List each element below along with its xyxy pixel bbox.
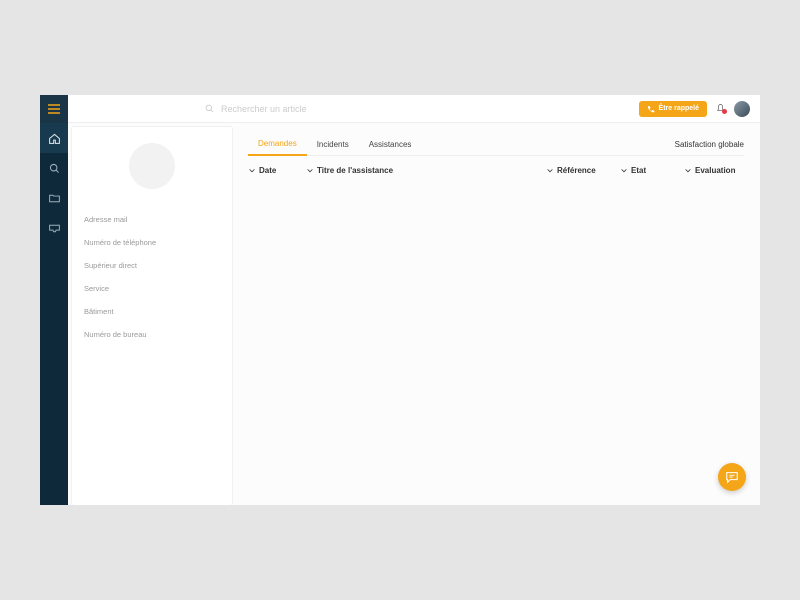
chevron-down-icon xyxy=(306,167,314,175)
search-wrap xyxy=(200,103,639,114)
chat-icon xyxy=(725,470,739,484)
search-icon xyxy=(204,103,215,114)
column-state-label: Etat xyxy=(631,166,646,175)
search-icon xyxy=(48,162,61,175)
folder-icon xyxy=(48,192,61,205)
callback-button[interactable]: Être rappelé xyxy=(639,101,707,117)
tab-demandes[interactable]: Demandes xyxy=(248,133,307,156)
chevron-down-icon xyxy=(248,167,256,175)
app-window: Être rappelé Adresse mail Numéro de télé… xyxy=(40,95,760,505)
tabs-row: Demandes Incidents Assistances Satisfact… xyxy=(248,133,744,156)
profile-field-building: Bâtiment xyxy=(84,307,220,316)
columns-row: Date Titre de l'assistance Référence Eta… xyxy=(248,166,744,175)
tab-assistances[interactable]: Assistances xyxy=(359,134,422,155)
satisfaction-label: Satisfaction globale xyxy=(675,140,744,149)
notification-dot xyxy=(722,109,727,114)
column-state[interactable]: Etat xyxy=(620,166,680,175)
main: Être rappelé Adresse mail Numéro de télé… xyxy=(68,95,760,505)
tab-incidents[interactable]: Incidents xyxy=(307,134,359,155)
profile-field-email: Adresse mail xyxy=(84,215,220,224)
user-avatar[interactable] xyxy=(734,101,750,117)
profile-field-service: Service xyxy=(84,284,220,293)
column-date[interactable]: Date xyxy=(248,166,302,175)
phone-icon xyxy=(647,105,655,113)
topbar-right: Être rappelé xyxy=(639,101,760,117)
nav-rail xyxy=(40,95,68,505)
profile-field-phone: Numéro de téléphone xyxy=(84,238,220,247)
hamburger-button[interactable] xyxy=(40,95,68,123)
notifications-button[interactable] xyxy=(715,103,726,114)
profile-field-manager: Supérieur direct xyxy=(84,261,220,270)
column-title-label: Titre de l'assistance xyxy=(317,166,393,175)
content-row: Adresse mail Numéro de téléphone Supérie… xyxy=(68,123,760,505)
nav-search[interactable] xyxy=(40,153,68,183)
column-reference-label: Référence xyxy=(557,166,596,175)
chevron-down-icon xyxy=(546,167,554,175)
profile-panel: Adresse mail Numéro de téléphone Supérie… xyxy=(72,127,232,505)
column-evaluation-label: Evaluation xyxy=(695,166,735,175)
inbox-icon xyxy=(48,222,61,235)
chevron-down-icon xyxy=(684,167,692,175)
nav-home[interactable] xyxy=(40,123,68,153)
callback-label: Être rappelé xyxy=(659,105,699,112)
profile-field-office: Numéro de bureau xyxy=(84,330,220,339)
profile-avatar-placeholder xyxy=(129,143,175,189)
column-date-label: Date xyxy=(259,166,276,175)
chat-fab[interactable] xyxy=(718,463,746,491)
nav-folder[interactable] xyxy=(40,183,68,213)
column-title[interactable]: Titre de l'assistance xyxy=(306,166,542,175)
chevron-down-icon xyxy=(620,167,628,175)
data-area: Demandes Incidents Assistances Satisfact… xyxy=(232,123,760,505)
topbar: Être rappelé xyxy=(68,95,760,123)
home-icon xyxy=(48,132,61,145)
column-evaluation[interactable]: Evaluation xyxy=(684,166,744,175)
column-reference[interactable]: Référence xyxy=(546,166,616,175)
search-input[interactable] xyxy=(221,104,421,114)
nav-inbox[interactable] xyxy=(40,213,68,243)
hamburger-icon xyxy=(48,104,60,114)
